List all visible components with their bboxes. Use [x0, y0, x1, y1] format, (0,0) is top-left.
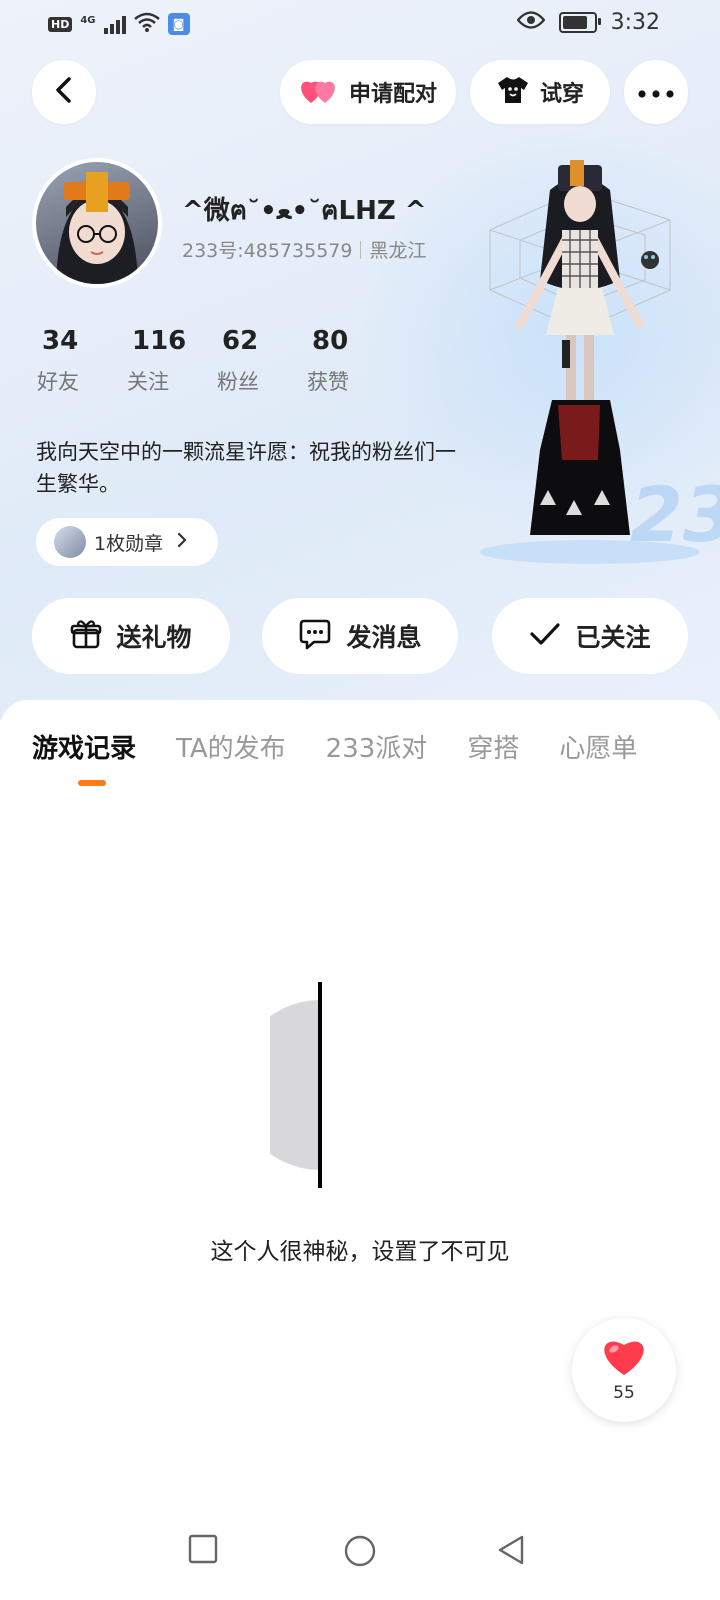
- region: 黑龙江: [369, 240, 427, 262]
- request-pair-label: 申请配对: [348, 82, 437, 107]
- chevron-left-icon: [53, 77, 75, 107]
- followed-label: 已关注: [575, 623, 651, 652]
- eye-icon: [516, 10, 546, 35]
- tab-game-records[interactable]: 游戏记录: [32, 728, 136, 786]
- divider: [360, 240, 362, 259]
- tab-wishlist[interactable]: 心愿单: [559, 728, 637, 765]
- bio-text: 我向天空中的一颗流星许愿：祝我的粉丝们一生繁华。: [36, 440, 456, 496]
- profile-meta: 233号:485735579 黑龙江: [182, 236, 426, 263]
- stat-label: 粉丝: [217, 370, 259, 394]
- home-button[interactable]: [343, 1534, 377, 1572]
- check-icon: [529, 622, 561, 650]
- try-on-label: 试穿: [539, 82, 584, 107]
- send-message-button[interactable]: 发消息: [262, 598, 458, 674]
- stat-label: 关注: [127, 370, 169, 394]
- medal-label: 1枚勋章: [94, 532, 164, 555]
- network-type: 4G: [80, 14, 96, 26]
- more-options-button[interactable]: [624, 60, 688, 124]
- send-message-label: 发消息: [346, 623, 422, 652]
- stat-value: 116: [132, 326, 187, 356]
- stat-label: 获赞: [307, 370, 349, 394]
- try-on-button[interactable]: 试穿: [470, 60, 610, 124]
- send-gift-label: 送礼物: [116, 623, 192, 652]
- medal-icon: [54, 526, 86, 558]
- stat-fans[interactable]: 62 粉丝: [212, 326, 302, 396]
- more-dots-icon: [638, 83, 674, 102]
- avatar-character-3d[interactable]: [470, 160, 700, 560]
- hd-indicator: HD: [48, 16, 73, 32]
- stat-value: 62: [222, 326, 259, 356]
- chat-bubble-icon: [298, 618, 332, 654]
- like-button[interactable]: 55: [572, 1318, 676, 1422]
- tab-posts[interactable]: TA的发布: [176, 728, 286, 765]
- avatar-image: [56, 172, 138, 284]
- stat-friends[interactable]: 34 好友: [32, 326, 122, 396]
- stat-label: 好友: [37, 370, 79, 394]
- send-gift-button[interactable]: 送礼物: [32, 598, 230, 674]
- like-count: 55: [613, 1383, 635, 1403]
- double-heart-icon: [299, 75, 339, 109]
- back-nav-button[interactable]: [496, 1534, 526, 1570]
- tshirt-icon: [496, 75, 530, 109]
- tab-233-party[interactable]: 233派对: [326, 728, 428, 765]
- chevron-right-icon: [177, 531, 187, 553]
- empty-state-text: 这个人很神秘，设置了不可见: [210, 1239, 510, 1265]
- request-pair-button[interactable]: 申请配对: [280, 60, 456, 124]
- app-notification-icon: ◙: [167, 13, 190, 35]
- back-button[interactable]: [32, 60, 96, 124]
- nickname: ^微ฅ˘•ﻌ•˘ฅLHZ ^: [182, 196, 427, 226]
- gift-icon: [70, 618, 102, 654]
- stats-row: 34 好友 116 关注 62 粉丝 80 获赞: [32, 326, 392, 396]
- clock: 3:32: [610, 10, 660, 35]
- medal-badge-button[interactable]: 1枚勋章: [36, 518, 218, 566]
- tab-outfits[interactable]: 穿搭: [467, 728, 519, 765]
- avatar[interactable]: [32, 158, 162, 288]
- user-id: 233号:485735579: [182, 240, 353, 262]
- stat-value: 34: [42, 326, 79, 356]
- empty-state-illustration: [270, 982, 322, 1188]
- stat-following[interactable]: 116 关注: [122, 326, 212, 396]
- battery-icon: [558, 12, 601, 33]
- stat-value: 80: [312, 326, 349, 356]
- content-card: 游戏记录 TA的发布 233派对 穿搭 心愿单 这个人很神秘，设置了不可见 55: [0, 700, 720, 1600]
- profile-tabs: 游戏记录 TA的发布 233派对 穿搭 心愿单: [32, 728, 637, 786]
- heart-icon: [601, 1337, 647, 1381]
- stat-likes[interactable]: 80 获赞: [302, 326, 392, 396]
- status-bar: HD 4G ◙ 3:32: [0, 0, 720, 48]
- signal-icon: [103, 14, 126, 34]
- followed-button[interactable]: 已关注: [492, 598, 688, 674]
- recent-apps-button[interactable]: [188, 1534, 218, 1568]
- system-navigation-bar: [0, 1520, 720, 1600]
- wifi-icon: [133, 12, 160, 36]
